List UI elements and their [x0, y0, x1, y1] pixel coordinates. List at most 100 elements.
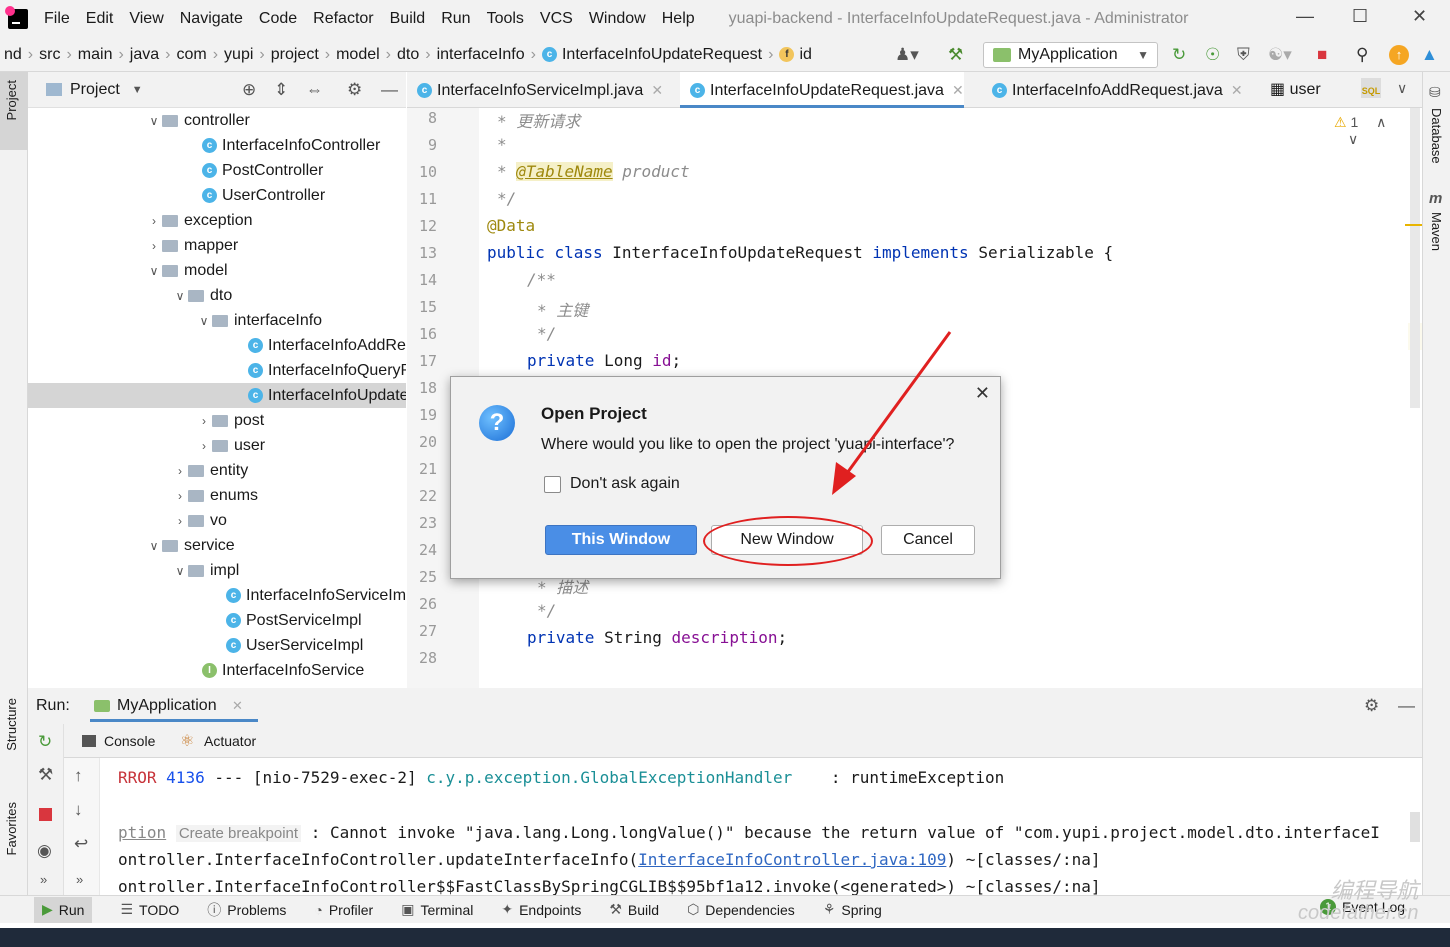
more-icon[interactable]: »	[40, 872, 47, 887]
soft-wrap-icon[interactable]: ↩	[74, 834, 88, 854]
menu-tools[interactable]: Tools	[487, 10, 524, 28]
chevron-right-icon[interactable]: ›	[146, 234, 162, 259]
tree-row[interactable]: ∨ model	[28, 258, 406, 283]
editor-tab[interactable]: c InterfaceInfoAddRequest.java ✕	[982, 72, 1243, 108]
inspection-widget[interactable]: ⚠ 1 ∧ ∨	[1334, 114, 1408, 148]
tree-row[interactable]: ∨ controller	[28, 108, 406, 133]
profiler-icon[interactable]: ☯▾	[1268, 45, 1292, 65]
maximize-icon[interactable]: ☐	[1352, 6, 1368, 27]
chevron-down-icon[interactable]: ∨	[196, 309, 212, 334]
menu-build[interactable]: Build	[390, 10, 426, 28]
menu-run[interactable]: Run	[441, 10, 470, 28]
tree-row[interactable]: › entity	[28, 458, 406, 483]
tree-row[interactable]: › exception	[28, 208, 406, 233]
chevron-right-icon[interactable]: ›	[172, 484, 188, 509]
tool-tab-problems[interactable]: ⓘ Problems	[207, 900, 286, 920]
gear-icon[interactable]: ⚙	[1364, 696, 1379, 716]
console-scrollbar[interactable]	[1410, 812, 1420, 842]
tree-row[interactable]: › post	[28, 408, 406, 433]
favorites-tool-label[interactable]: Favorites	[4, 802, 19, 855]
stop-icon[interactable]: ■	[1317, 45, 1327, 65]
tree-row[interactable]: c InterfaceInfoServiceImpl	[28, 583, 406, 608]
search-icon[interactable]: ⚲	[1356, 45, 1368, 65]
run-config-tab[interactable]: MyApplication ✕	[90, 688, 258, 722]
tree-row[interactable]: c PostController	[28, 158, 406, 183]
tree-row[interactable]: ∨ service	[28, 533, 406, 558]
editor-tab[interactable]: c InterfaceInfoUpdateRequest.java ✕	[680, 72, 964, 108]
database-tool-label[interactable]: Database	[1429, 108, 1444, 164]
create-breakpoint-hint[interactable]: Create breakpoint	[175, 825, 302, 842]
breadcrumb-item[interactable]: src	[39, 46, 60, 64]
tool-tab-endpoints[interactable]: ✦ Endpoints	[501, 901, 581, 918]
wrench-icon[interactable]: ⚒	[38, 765, 53, 785]
chevron-down-icon[interactable]: ∨	[172, 559, 188, 584]
tree-row[interactable]: cInterfaceInfoQueryRequest	[28, 358, 406, 383]
breadcrumb-item[interactable]: c InterfaceInfoUpdateRequest	[541, 46, 762, 64]
tree-row[interactable]: c UserController	[28, 183, 406, 208]
chevron-down-icon[interactable]: ∨	[146, 534, 162, 559]
gear-icon[interactable]: ⚙	[347, 80, 362, 100]
breadcrumb-item[interactable]: f id	[779, 46, 812, 64]
tree-row[interactable]: › vo	[28, 508, 406, 533]
tool-tab-dependencies[interactable]: ⬡ Dependencies	[687, 901, 795, 918]
editor-tab[interactable]: c InterfaceInfoServiceImpl.java ✕	[407, 72, 663, 108]
user-icon[interactable]: ♟▾	[895, 45, 919, 65]
warning-stripe-marker[interactable]	[1405, 224, 1422, 226]
tree-row[interactable]: › mapper	[28, 233, 406, 258]
tree-row[interactable]: cInterfaceInfoUpdateRequest	[28, 383, 406, 408]
close-tab-icon[interactable]: ✕	[651, 82, 663, 98]
coverage-icon[interactable]: ⛨	[1237, 45, 1250, 65]
chevron-right-icon[interactable]: ›	[172, 509, 188, 534]
breadcrumb-item[interactable]: model	[336, 46, 380, 64]
close-tab-icon[interactable]: ✕	[1231, 82, 1243, 98]
chevron-down-icon[interactable]: ▼	[132, 84, 143, 96]
update-icon[interactable]: ↑	[1389, 45, 1409, 65]
debug-icon[interactable]: ☉	[1205, 45, 1220, 65]
tool-tab-run[interactable]: ▶ Run	[34, 896, 93, 923]
close-tab-icon[interactable]: ✕	[232, 698, 243, 714]
project-panel-title[interactable]: Project	[70, 81, 120, 99]
breadcrumb-item[interactable]: main	[78, 46, 113, 64]
project-tool-label[interactable]: Project	[4, 80, 19, 120]
console-tab[interactable]: Console	[104, 733, 155, 749]
tool-tab-todo[interactable]: ☰ TODO	[120, 901, 179, 918]
rerun-icon[interactable]: ↻	[38, 732, 52, 752]
tree-row[interactable]: ∨ interfaceInfo	[28, 308, 406, 333]
camera-icon[interactable]: ◉	[37, 841, 52, 861]
breadcrumb-item[interactable]: interfaceInfo	[437, 46, 525, 64]
tabs-menu-chevron-icon[interactable]: ∨	[1397, 80, 1407, 97]
menu-help[interactable]: Help	[662, 10, 695, 28]
close-tab-icon[interactable]: ✕	[952, 82, 964, 98]
breadcrumb-item[interactable]: dto	[397, 46, 419, 64]
hide-panel-icon[interactable]: —	[381, 80, 398, 100]
tool-tab-profiler[interactable]: ◔ Profiler	[314, 902, 373, 918]
maven-tool-label[interactable]: Maven	[1429, 212, 1444, 251]
checkbox-box[interactable]	[544, 475, 561, 493]
chevron-right-icon[interactable]: ›	[196, 434, 212, 459]
expand-all-icon[interactable]: ⇕	[274, 80, 288, 100]
tree-row[interactable]: c UserServiceImpl	[28, 633, 406, 658]
this-window-button[interactable]: This Window	[545, 525, 697, 555]
tree-row[interactable]: c PostServiceImpl	[28, 608, 406, 633]
breadcrumb-item[interactable]: yupi	[224, 46, 253, 64]
chevron-down-icon[interactable]: ∨	[172, 284, 188, 309]
sql-icon[interactable]: SQL	[1361, 78, 1381, 98]
menu-navigate[interactable]: Navigate	[180, 10, 243, 28]
menu-refactor[interactable]: Refactor	[313, 10, 373, 28]
breadcrumb-item[interactable]: nd	[4, 46, 22, 64]
tree-row[interactable]: c InterfaceInfoController	[28, 133, 406, 158]
menu-view[interactable]: View	[129, 10, 163, 28]
menu-code[interactable]: Code	[259, 10, 297, 28]
actuator-tab[interactable]: Actuator	[204, 733, 256, 749]
editor-scrollbar[interactable]	[1410, 108, 1420, 408]
more-icon[interactable]: »	[76, 872, 83, 887]
menu-window[interactable]: Window	[589, 10, 646, 28]
chevron-right-icon[interactable]: ›	[172, 459, 188, 484]
hammer-icon[interactable]: ⚒	[948, 45, 963, 65]
chevron-down-icon[interactable]: ∨	[146, 259, 162, 284]
tool-tab-terminal[interactable]: ▣ Terminal	[401, 901, 473, 918]
minimize-icon[interactable]: —	[1296, 6, 1314, 27]
dialog-close-icon[interactable]: ✕	[975, 383, 990, 404]
menu-file[interactable]: File	[44, 10, 70, 28]
dont-ask-checkbox[interactable]: Don't ask again	[544, 475, 680, 493]
